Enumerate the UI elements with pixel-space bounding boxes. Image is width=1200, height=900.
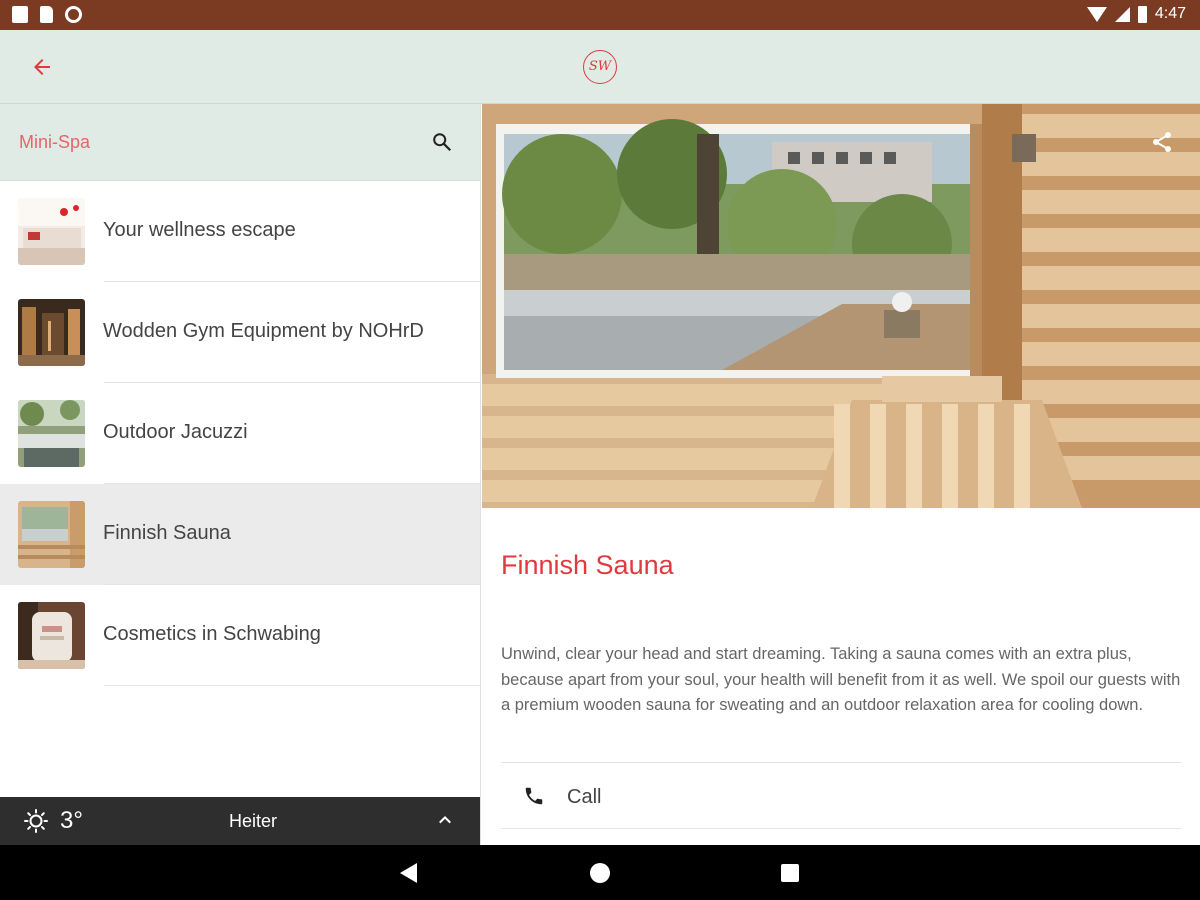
status-time: 4:47: [1154, 5, 1186, 22]
list-item[interactable]: Cosmetics in Schwabing: [0, 585, 480, 686]
share-icon[interactable]: [1150, 130, 1174, 154]
arrow-left-icon: [34, 59, 50, 75]
weather-bar[interactable]: 3° Heiter: [0, 797, 480, 845]
list-item[interactable]: Outdoor Jacuzzi: [0, 383, 480, 484]
detail-description: Unwind, clear your head and start dreami…: [501, 645, 1181, 714]
detail-pane: Finnish Sauna Unwind, clear your head an…: [482, 104, 1200, 845]
chevron-up-icon[interactable]: [436, 811, 454, 829]
list-pane: Mini-Spa Your wellness escape Wodden Gym…: [0, 104, 481, 845]
wifi-icon: [1086, 6, 1107, 22]
battery-icon: [1137, 5, 1147, 23]
call-button[interactable]: Call: [501, 764, 1181, 828]
app-bar: SW: [0, 30, 1200, 104]
nav-home-icon[interactable]: [590, 863, 610, 883]
wellness-thumbnail: [18, 198, 85, 265]
weather-condition: Heiter: [229, 811, 278, 831]
sauna-thumbnail: [18, 501, 85, 568]
search-icon[interactable]: [431, 131, 453, 153]
status-bar: 4:47: [0, 0, 1200, 30]
back-button[interactable]: [30, 52, 56, 82]
cell-signal-icon: [1114, 6, 1130, 22]
search-bar[interactable]: Mini-Spa: [0, 104, 480, 181]
search-label: Mini-Spa: [19, 132, 91, 152]
jacuzzi-thumbnail: [18, 400, 85, 467]
notification-a-icon: [12, 6, 28, 23]
sun-icon: [24, 809, 48, 833]
nav-recents-icon[interactable]: [781, 864, 799, 882]
gym-thumbnail: [18, 299, 85, 366]
sd-card-icon: [40, 6, 53, 23]
call-label: Call: [567, 786, 602, 808]
weather-temperature: 3°: [60, 807, 83, 834]
list-item-label: Finnish Sauna: [103, 522, 231, 544]
list-item-label: Cosmetics in Schwabing: [103, 623, 321, 645]
list-item-label: Outdoor Jacuzzi: [103, 421, 248, 443]
divider: [501, 828, 1181, 829]
phone-icon: [525, 787, 543, 805]
sync-circle-icon: [65, 6, 82, 23]
divider: [501, 762, 1181, 763]
list-item[interactable]: Your wellness escape: [0, 181, 480, 282]
poi-list: Your wellness escape Wodden Gym Equipmen…: [0, 181, 480, 686]
list-item[interactable]: Wodden Gym Equipment by NOHrD: [0, 282, 480, 383]
list-item-selected[interactable]: Finnish Sauna: [0, 484, 480, 585]
divider: [104, 685, 480, 686]
list-item-label: Your wellness escape: [103, 219, 296, 241]
app-logo: SW: [583, 50, 617, 84]
list-item-label: Wodden Gym Equipment by NOHrD: [103, 320, 424, 342]
sauna-hero-image: [482, 104, 1200, 508]
cosmetics-thumbnail: [18, 602, 85, 669]
system-navigation-bar: [0, 845, 1200, 900]
detail-title: Finnish Sauna: [501, 550, 674, 580]
nav-back-icon[interactable]: [400, 863, 417, 883]
